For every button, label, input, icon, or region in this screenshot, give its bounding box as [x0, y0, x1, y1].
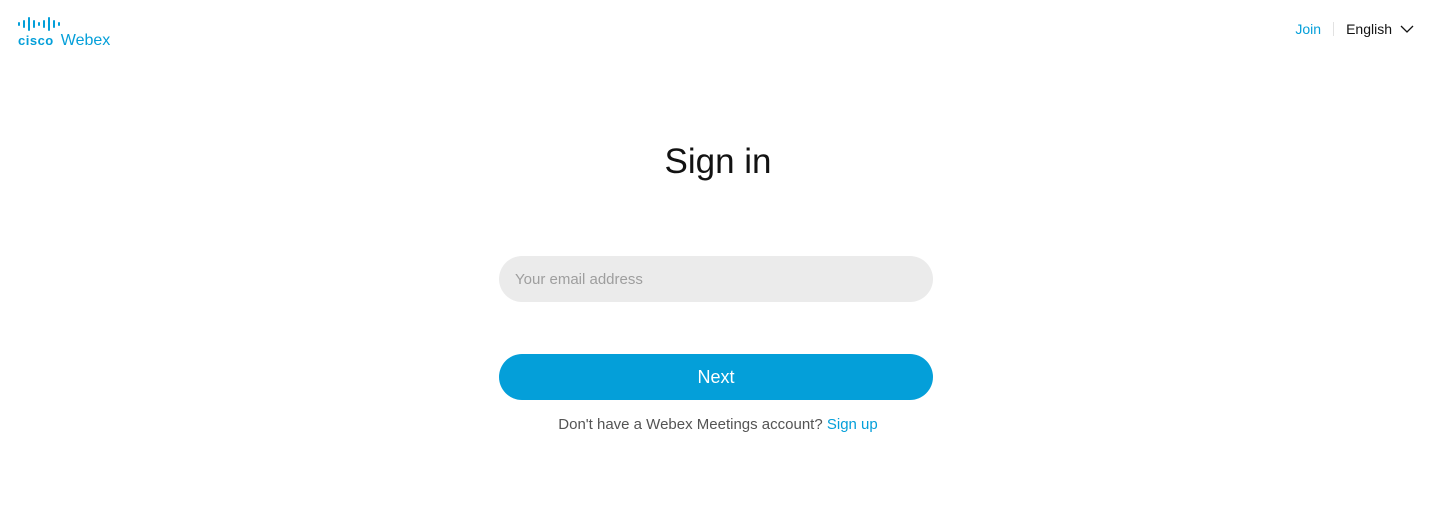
cisco-bars-logo-icon: [18, 17, 60, 31]
join-link[interactable]: Join: [1295, 21, 1321, 37]
email-field[interactable]: [499, 256, 933, 302]
nav-divider: [1333, 22, 1335, 36]
cisco-webex-logo: cisco Webex: [18, 17, 110, 50]
next-button[interactable]: Next: [499, 354, 933, 400]
language-selector[interactable]: English: [1346, 21, 1414, 37]
sign-in-page: cisco Webex Join English Sign in Next Do…: [0, 0, 1436, 505]
signup-prompt-line: Don't have a Webex Meetings account? Sig…: [0, 416, 1436, 433]
signup-prompt-text: Don't have a Webex Meetings account?: [558, 416, 823, 433]
sign-up-link[interactable]: Sign up: [827, 416, 878, 433]
page-title: Sign in: [664, 142, 772, 181]
top-nav: Join English: [1295, 21, 1414, 37]
logo-brand-text: cisco: [18, 33, 54, 48]
language-label: English: [1346, 21, 1392, 37]
chevron-down-icon: [1400, 25, 1414, 33]
logo-product-text: Webex: [60, 32, 111, 49]
